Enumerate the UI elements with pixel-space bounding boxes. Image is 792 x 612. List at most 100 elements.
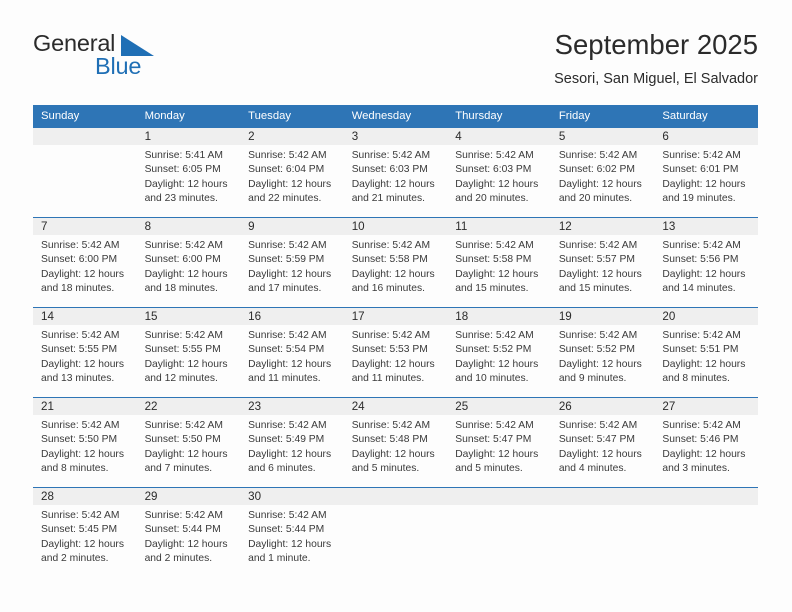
day-detail-line: and 5 minutes. xyxy=(351,463,420,475)
day-detail-line: and 18 minutes. xyxy=(41,283,115,295)
calendar-day-cell[interactable]: 27 Sunrise: 5:42 AM Sunset: 5:46 PM Dayligh… xyxy=(654,397,758,488)
day-number: 30 xyxy=(240,488,344,505)
calendar-day-cell[interactable]: 8 Sunrise: 5:42 AM Sunset: 6:00 PM Daylight… xyxy=(136,217,241,308)
day-details: Sunrise: 5:42 AM Sunset: 6:00 PM Daylight:… xyxy=(137,235,241,297)
calendar-day-cell[interactable]: 23 Sunrise: 5:42 AM Sunset: 5:49 PM Dayligh… xyxy=(240,397,344,488)
day-details xyxy=(33,145,137,149)
calendar-day-cell[interactable]: 15 Sunrise: 5:42 AM Sunset: 5:55 PM Dayligh… xyxy=(136,307,241,398)
day-detail-line: Sunrise: 5:42 AM xyxy=(248,240,327,251)
day-details: Sunrise: 5:42 AM Sunset: 5:47 PM Daylight:… xyxy=(551,415,655,477)
day-number: 4 xyxy=(447,128,551,145)
day-detail-line: and 20 minutes. xyxy=(455,193,529,205)
calendar-day-cell[interactable]: 24 Sunrise: 5:42 AM Sunset: 5:48 PM Dayligh… xyxy=(343,397,448,488)
weekday-header-saturday: Saturday xyxy=(654,105,758,128)
calendar-day-cell[interactable]: 3 Sunrise: 5:42 AM Sunset: 6:03 PM Daylight… xyxy=(343,127,448,218)
day-detail-line: Sunrise: 5:42 AM xyxy=(455,330,534,341)
calendar-day-cell[interactable]: 28 Sunrise: 5:42 AM Sunset: 5:45 PM Dayligh… xyxy=(33,487,137,584)
day-details: Sunrise: 5:42 AM Sunset: 5:52 PM Daylight:… xyxy=(447,325,551,387)
day-details: Sunrise: 5:42 AM Sunset: 5:49 PM Daylight:… xyxy=(240,415,344,477)
day-number: 22 xyxy=(136,398,241,415)
day-detail-line: Sunset: 5:47 PM xyxy=(558,434,635,446)
day-detail-line: and 20 minutes. xyxy=(558,193,633,205)
calendar-day-cell[interactable]: 17 Sunrise: 5:42 AM Sunset: 5:53 PM Dayligh… xyxy=(343,307,448,398)
calendar-day-cell[interactable]: 19 Sunrise: 5:42 AM Sunset: 5:52 PM Dayligh… xyxy=(550,307,655,398)
calendar-day-cell[interactable]: 16 Sunrise: 5:42 AM Sunset: 5:54 PM Dayligh… xyxy=(240,307,344,398)
day-detail-line: Daylight: 12 hours xyxy=(558,178,642,190)
day-detail-line: Daylight: 12 hours xyxy=(351,358,435,370)
day-number: 6 xyxy=(654,128,758,145)
calendar-day-cell[interactable]: 10 Sunrise: 5:42 AM Sunset: 5:58 PM Dayligh… xyxy=(343,217,448,308)
day-details: Sunrise: 5:42 AM Sunset: 5:58 PM Daylight:… xyxy=(447,235,551,297)
day-detail-line: Sunrise: 5:42 AM xyxy=(662,240,741,251)
calendar-day-cell[interactable]: 22 Sunrise: 5:42 AM Sunset: 5:50 PM Dayligh… xyxy=(136,397,241,488)
day-details: Sunrise: 5:41 AM Sunset: 6:05 PM Daylight:… xyxy=(137,145,241,207)
calendar-empty-cell xyxy=(447,487,551,584)
day-detail-line: Sunrise: 5:42 AM xyxy=(41,510,120,521)
calendar-day-cell[interactable]: 1 Sunrise: 5:41 AM Sunset: 6:05 PM Daylight… xyxy=(136,127,241,218)
day-detail-line: Sunset: 5:54 PM xyxy=(248,344,325,356)
calendar-day-cell[interactable]: 9 Sunrise: 5:42 AM Sunset: 5:59 PM Daylight… xyxy=(240,217,344,308)
day-number xyxy=(654,488,758,505)
calendar-day-cell[interactable]: 21 Sunrise: 5:42 AM Sunset: 5:50 PM Dayligh… xyxy=(33,397,137,488)
calendar-day-cell[interactable]: 30 Sunrise: 5:42 AM Sunset: 5:44 PM Dayligh… xyxy=(240,487,344,584)
day-number xyxy=(550,488,655,505)
calendar-empty-cell xyxy=(550,487,655,584)
day-detail-line: Sunrise: 5:41 AM xyxy=(144,150,223,161)
day-detail-line: Sunrise: 5:42 AM xyxy=(455,420,534,431)
day-detail-line: Sunset: 5:50 PM xyxy=(144,434,221,446)
day-detail-line: and 6 minutes. xyxy=(248,463,316,475)
calendar-grid: Sunday Monday Tuesday Wednesday Thursday Frid… xyxy=(33,105,758,584)
day-number: 27 xyxy=(654,398,758,415)
day-detail-line: Daylight: 12 hours xyxy=(351,178,435,190)
day-detail-line: and 22 minutes. xyxy=(248,193,322,205)
day-detail-line: Sunrise: 5:42 AM xyxy=(558,330,638,341)
day-details: Sunrise: 5:42 AM Sunset: 5:46 PM Daylight:… xyxy=(654,415,758,477)
calendar-day-cell[interactable]: 5 Sunrise: 5:42 AM Sunset: 6:02 PM Daylight… xyxy=(550,127,655,218)
generalblue-logo[interactable]: General Blue xyxy=(33,30,253,88)
calendar-day-cell[interactable]: 4 Sunrise: 5:42 AM Sunset: 6:03 PM Daylight… xyxy=(447,127,551,218)
day-detail-line: and 8 minutes. xyxy=(662,373,730,385)
day-number: 17 xyxy=(343,308,448,325)
day-detail-line: Daylight: 12 hours xyxy=(248,268,332,280)
day-detail-line: Sunrise: 5:42 AM xyxy=(144,240,223,251)
day-detail-line: Daylight: 12 hours xyxy=(248,178,332,190)
day-detail-line: Sunset: 5:52 PM xyxy=(558,344,635,356)
day-number: 28 xyxy=(33,488,137,505)
day-detail-line: and 8 minutes. xyxy=(41,463,109,475)
calendar-day-cell[interactable]: 29 Sunrise: 5:42 AM Sunset: 5:44 PM Dayligh… xyxy=(136,487,241,584)
calendar-day-cell[interactable]: 20 Sunrise: 5:42 AM Sunset: 5:51 PM Dayligh… xyxy=(654,307,758,398)
calendar-table: Sunday Monday Tuesday Wednesday Thursday Frid… xyxy=(33,105,758,584)
day-details xyxy=(344,505,448,509)
logo-text-blue: Blue xyxy=(95,53,142,79)
day-detail-line: and 23 minutes. xyxy=(144,193,218,205)
day-detail-line: Sunrise: 5:42 AM xyxy=(41,240,120,251)
calendar-day-cell[interactable]: 12 Sunrise: 5:42 AM Sunset: 5:57 PM Dayligh… xyxy=(550,217,655,308)
calendar-day-cell[interactable]: 26 Sunrise: 5:42 AM Sunset: 5:47 PM Dayligh… xyxy=(550,397,655,488)
day-detail-line: Sunrise: 5:42 AM xyxy=(351,150,431,161)
calendar-empty-cell xyxy=(33,127,137,218)
day-number: 18 xyxy=(447,308,551,325)
day-detail-line: Sunset: 5:46 PM xyxy=(662,434,739,446)
day-detail-line: Sunset: 5:56 PM xyxy=(662,254,739,266)
day-details xyxy=(447,505,551,509)
day-number xyxy=(343,488,448,505)
calendar-week-row: 14 Sunrise: 5:42 AM Sunset: 5:55 PM Dayligh… xyxy=(33,307,758,398)
weekday-header-tuesday: Tuesday xyxy=(240,105,344,128)
day-detail-line: Sunrise: 5:42 AM xyxy=(144,420,223,431)
calendar-day-cell[interactable]: 6 Sunrise: 5:42 AM Sunset: 6:01 PM Daylight… xyxy=(654,127,758,218)
calendar-day-cell[interactable]: 18 Sunrise: 5:42 AM Sunset: 5:52 PM Dayligh… xyxy=(447,307,551,398)
calendar-day-cell[interactable]: 14 Sunrise: 5:42 AM Sunset: 5:55 PM Dayligh… xyxy=(33,307,137,398)
calendar-day-cell[interactable]: 11 Sunrise: 5:42 AM Sunset: 5:58 PM Dayligh… xyxy=(447,217,551,308)
day-detail-line: Sunset: 5:49 PM xyxy=(248,434,325,446)
calendar-day-cell[interactable]: 25 Sunrise: 5:42 AM Sunset: 5:47 PM Dayligh… xyxy=(447,397,551,488)
day-detail-line: Sunrise: 5:42 AM xyxy=(558,420,638,431)
day-number: 1 xyxy=(136,128,241,145)
calendar-day-cell[interactable]: 13 Sunrise: 5:42 AM Sunset: 5:56 PM Dayligh… xyxy=(654,217,758,308)
calendar-day-cell[interactable]: 2 Sunrise: 5:42 AM Sunset: 6:04 PM Daylight… xyxy=(240,127,344,218)
day-number: 10 xyxy=(343,218,448,235)
day-detail-line: Daylight: 12 hours xyxy=(41,538,124,550)
page-title: September 2025 xyxy=(554,29,758,60)
day-detail-line: Sunrise: 5:42 AM xyxy=(351,330,431,341)
day-details: Sunrise: 5:42 AM Sunset: 5:45 PM Daylight:… xyxy=(33,505,137,567)
calendar-day-cell[interactable]: 7 Sunrise: 5:42 AM Sunset: 6:00 PM Daylight… xyxy=(33,217,137,308)
